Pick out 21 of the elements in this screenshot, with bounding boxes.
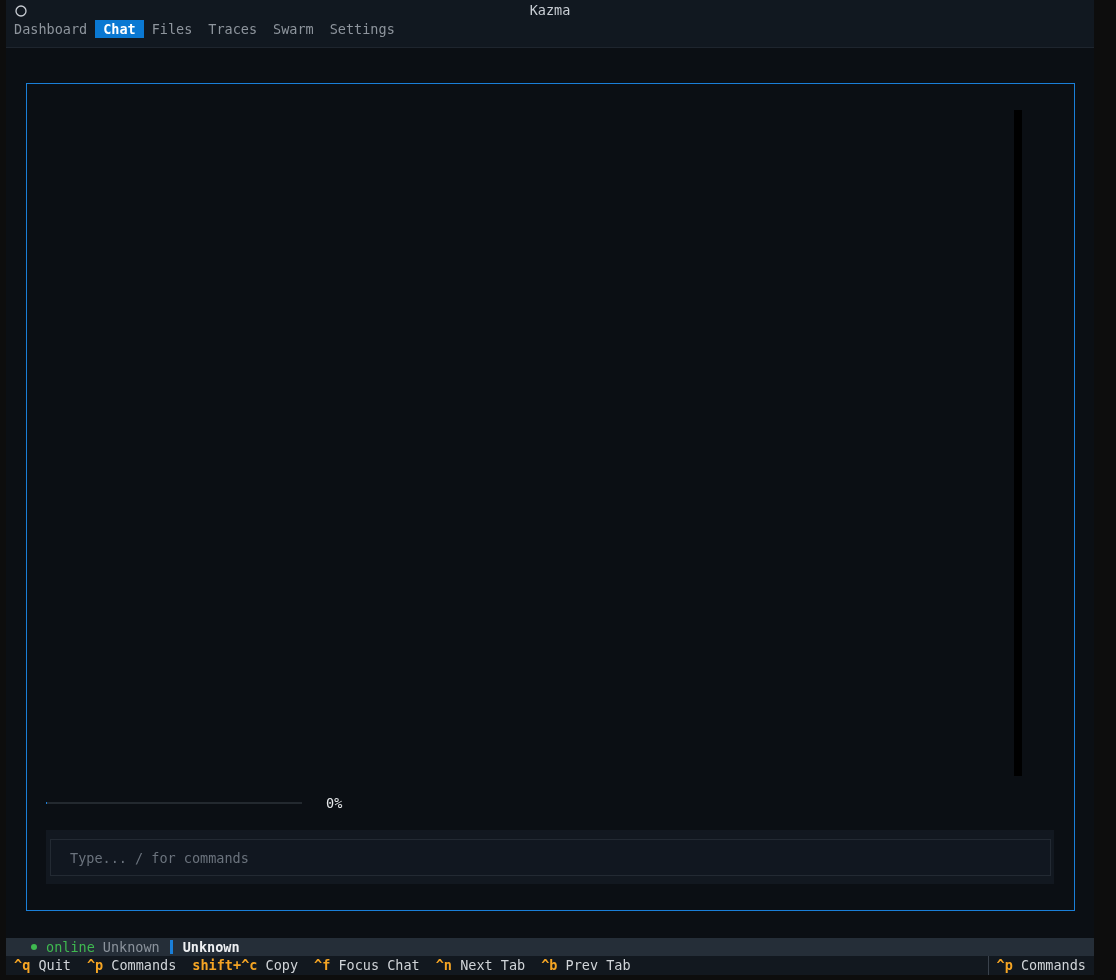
shortcut-button[interactable]: ^n Next Tab <box>427 956 534 975</box>
tab[interactable]: Settings <box>321 20 403 38</box>
window-title: Kazma <box>529 1 571 19</box>
input-field[interactable]: Type... / for commands <box>50 839 1051 876</box>
status-label: online <box>46 938 95 956</box>
tab[interactable]: Traces <box>200 20 266 38</box>
tab[interactable]: Files <box>143 20 201 38</box>
tab[interactable]: Dashboard <box>6 20 96 38</box>
tab[interactable]: Chat <box>95 20 144 38</box>
shortcut-button[interactable]: ^p Commands <box>987 956 1094 975</box>
progress-reading: 0% <box>326 794 343 812</box>
separator-bar <box>169 940 173 954</box>
status-detail: Unknown <box>102 938 160 956</box>
status-title: Unknown <box>182 938 240 956</box>
circle-icon[interactable] <box>15 5 27 17</box>
shortcut-button[interactable]: ^q Quit <box>6 956 79 975</box>
shortcut-button[interactable]: ^p Commands <box>78 956 185 975</box>
tab[interactable]: Swarm <box>265 20 322 38</box>
shortcut-button[interactable]: shift+^c Copy <box>184 956 307 975</box>
shortcut-button[interactable]: ^b Prev Tab <box>533 956 639 975</box>
shortcut-button[interactable]: ^f Focus Chat <box>306 956 428 975</box>
